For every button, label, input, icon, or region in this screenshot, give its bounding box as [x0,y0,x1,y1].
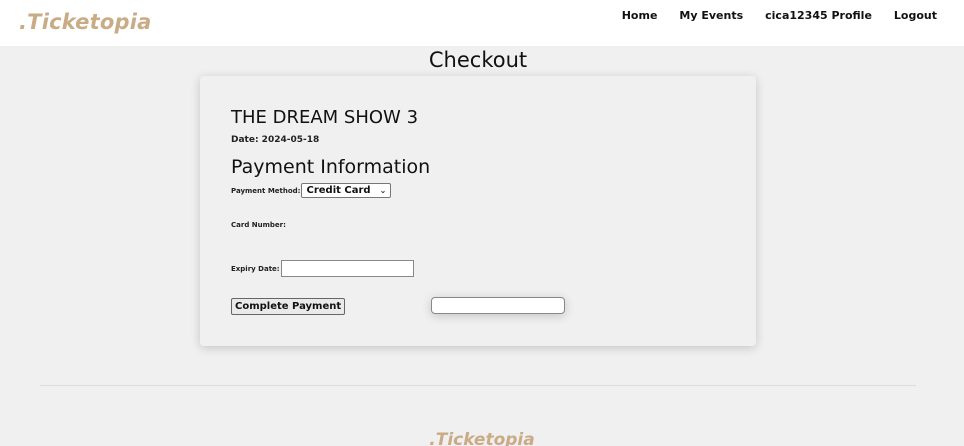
nav-my-events-link[interactable]: My Events [679,9,743,22]
main-nav: Home My Events cica12345 Profile Logout [622,9,937,22]
footer-brand-logo: .Ticketopia [429,430,535,446]
top-navbar: .Ticketopia Home My Events cica12345 Pro… [0,0,964,46]
nav-logout-link[interactable]: Logout [894,9,937,22]
event-date: Date: 2024-05-18 [231,135,320,145]
footer-divider [40,385,916,386]
event-title: THE DREAM SHOW 3 [231,107,419,128]
brand-logo[interactable]: .Ticketopia [19,10,151,34]
checkout-card: THE DREAM SHOW 3 Date: 2024-05-18 Paymen… [200,76,756,346]
chevron-down-icon: ⌄ [379,186,387,195]
payment-section-title: Payment Information [231,156,431,178]
complete-payment-button[interactable]: Complete Payment [231,298,346,315]
nav-home-link[interactable]: Home [622,9,658,22]
card-number-label: Card Number: [231,221,286,229]
page-title: Checkout [428,48,528,72]
payment-method-row: Payment Method: Credit Card ⌄ [231,183,392,198]
nav-profile-link[interactable]: cica12345 Profile [765,9,872,22]
card-number-input[interactable] [431,297,565,314]
card-number-row: Card Number: [231,221,565,314]
payment-method-value: Credit Card [306,185,371,196]
payment-method-select[interactable]: Credit Card ⌄ [301,183,392,198]
payment-method-label: Payment Method: [231,186,301,195]
expiry-date-row: Expiry Date: [231,260,414,277]
expiry-date-input[interactable] [280,260,414,277]
expiry-date-label: Expiry Date: [231,264,280,273]
